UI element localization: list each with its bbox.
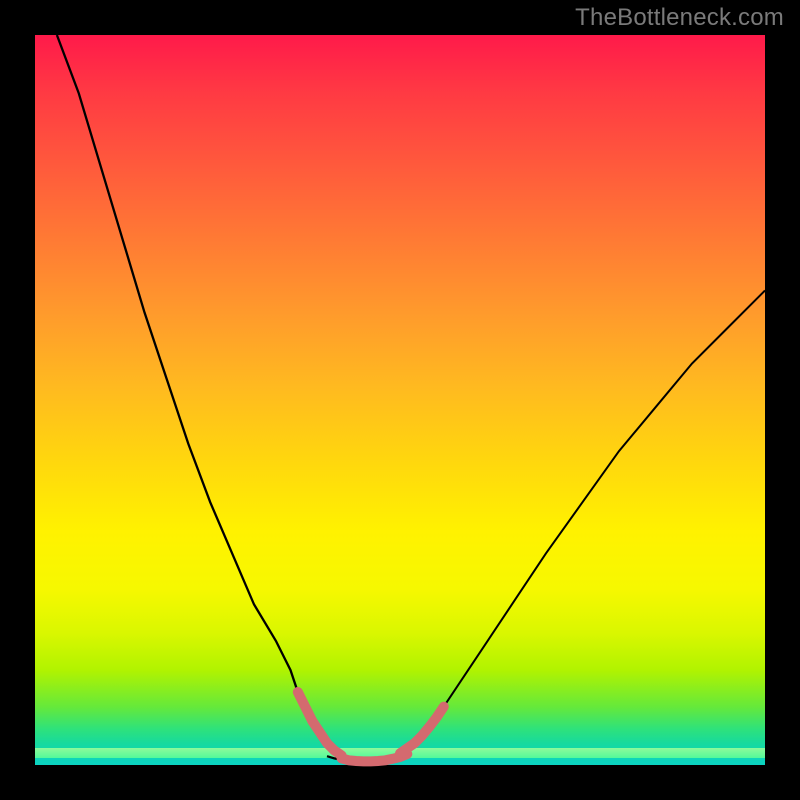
highlight-left	[298, 692, 342, 756]
highlight-right	[400, 707, 444, 754]
curve-right-arm	[400, 291, 765, 754]
watermark-text: TheBottleneck.com	[575, 4, 784, 32]
curve-left-arm	[57, 35, 349, 759]
page-frame: TheBottleneck.com	[0, 0, 800, 800]
chart-curves-svg	[35, 35, 765, 765]
